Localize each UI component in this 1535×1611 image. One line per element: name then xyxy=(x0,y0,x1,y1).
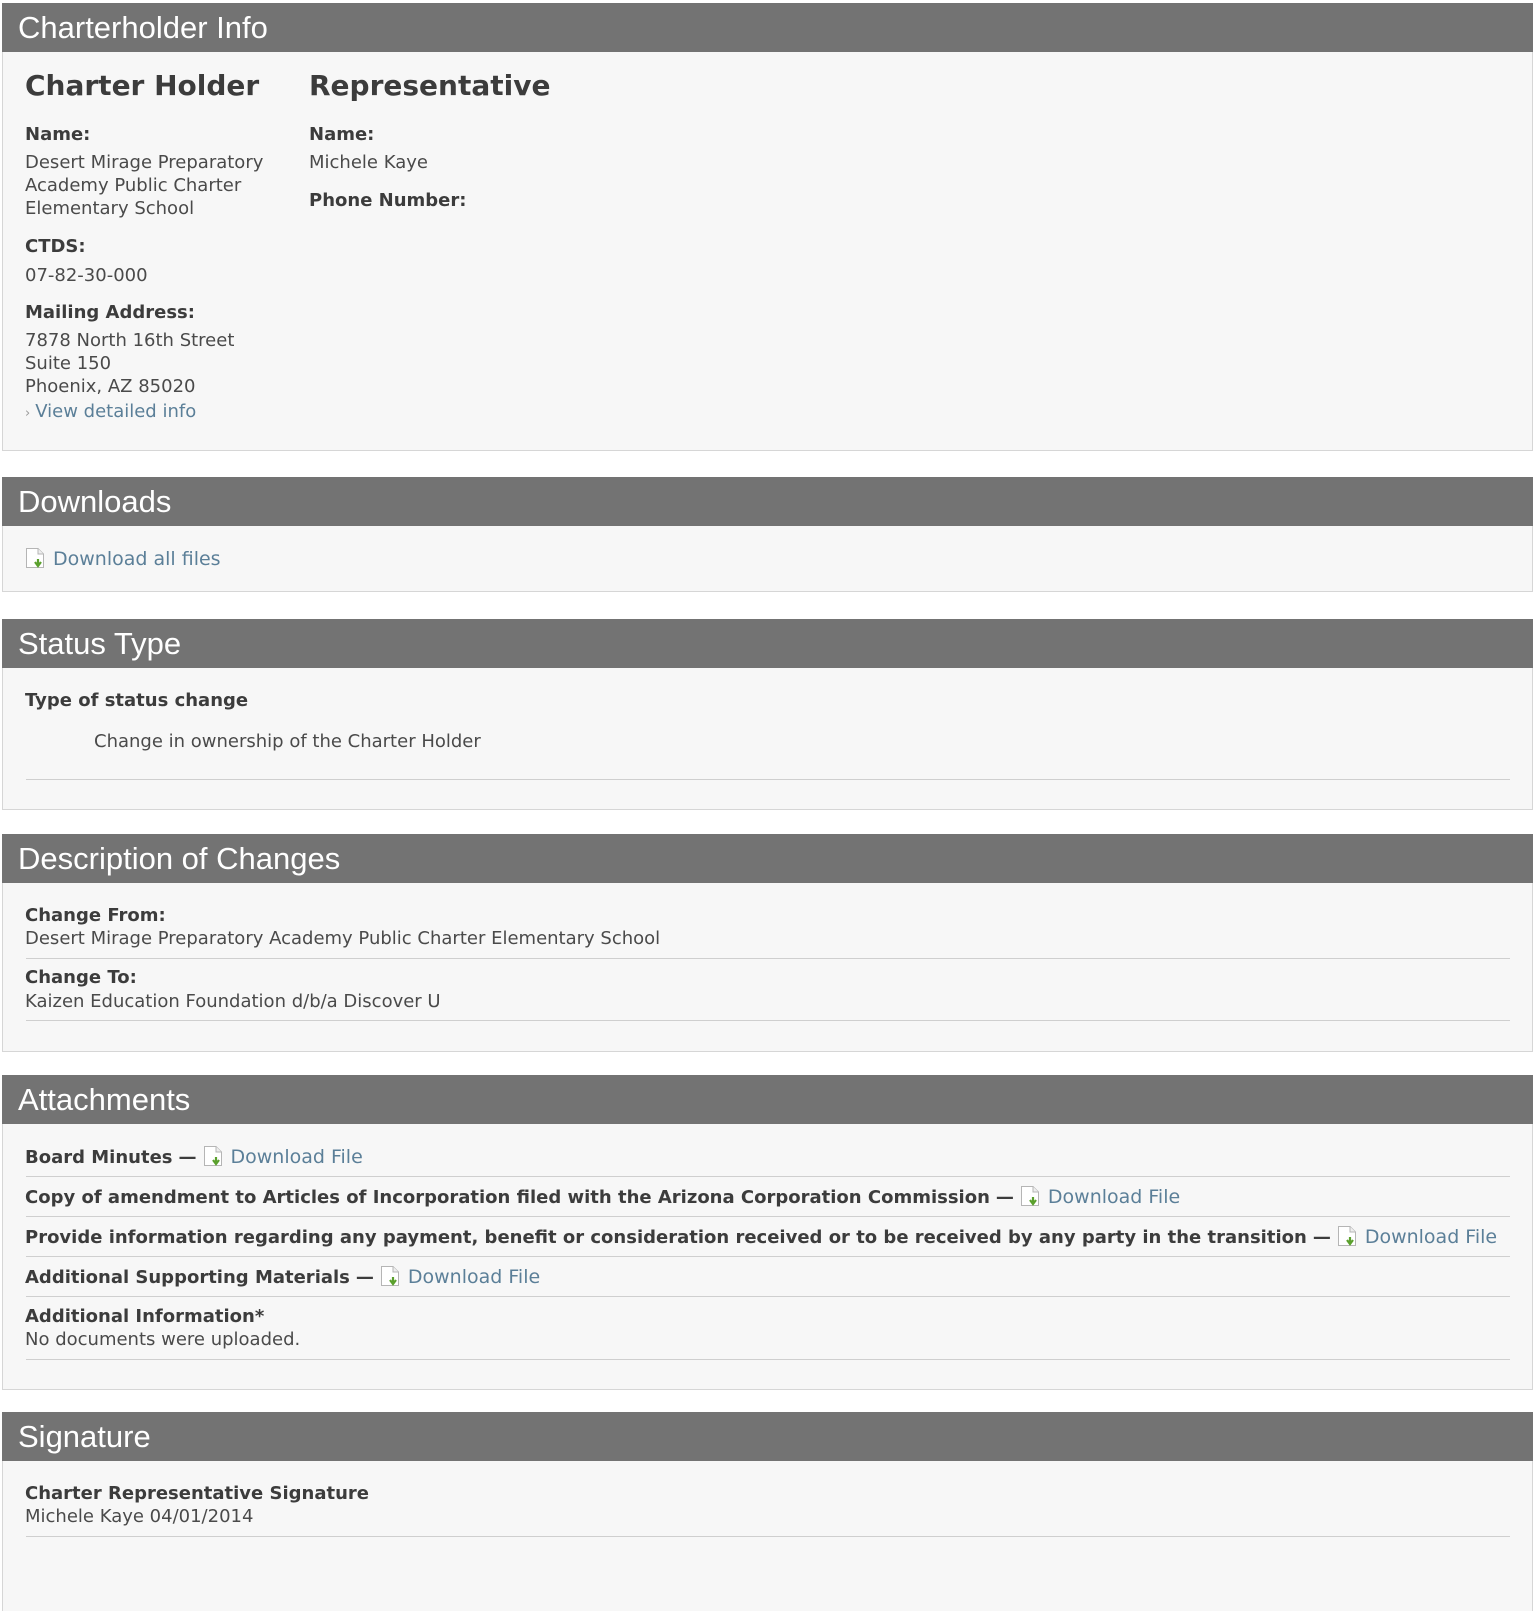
file-download-icon xyxy=(1337,1226,1356,1246)
download-file-link[interactable]: Download File xyxy=(203,1146,363,1168)
holder-name-line-2: Academy Public Charter xyxy=(25,175,242,196)
attachment-dash: — xyxy=(995,1187,1014,1208)
change-from-label: Change From: xyxy=(25,905,166,926)
attachment-dash: — xyxy=(1312,1227,1331,1248)
additional-info-label: Additional Information* xyxy=(25,1306,265,1327)
holder-name-label: Name: xyxy=(25,124,91,145)
change-to-value: Kaizen Education Foundation d/b/a Discov… xyxy=(25,991,441,1012)
signature-value: Michele Kaye 04/01/2014 xyxy=(25,1506,254,1527)
status-type-header: Status Type xyxy=(2,619,1533,668)
mailing-address-label: Mailing Address: xyxy=(25,302,195,323)
ctds-value: 07-82-30-000 xyxy=(25,265,148,286)
download-file-label: Download File xyxy=(407,1266,541,1288)
file-download-icon xyxy=(1020,1186,1039,1206)
download-all-files-label: Download all files xyxy=(53,548,221,570)
download-file-label: Download File xyxy=(230,1146,363,1168)
download-file-label: Download File xyxy=(1047,1186,1181,1208)
holder-name-line-3: Elementary School xyxy=(25,198,195,219)
address-line-2: Suite 150 xyxy=(25,353,112,374)
download-file-link[interactable]: Download File xyxy=(1337,1226,1498,1248)
attachment-row: Board Minutes — Download File xyxy=(25,1145,363,1168)
downloads-panel: Downloads Download all files xyxy=(2,477,1533,592)
change-from-value: Desert Mirage Preparatory Academy Public… xyxy=(25,928,661,949)
change-from-divider xyxy=(26,958,1510,959)
attachment-row: Copy of amendment to Articles of Incorpo… xyxy=(25,1185,1180,1208)
rep-name-label: Name: xyxy=(309,124,375,145)
file-download-icon xyxy=(380,1266,399,1286)
description-panel: Description of Changes Change From: Dese… xyxy=(2,834,1533,1052)
charter-holder-title: Charter Holder xyxy=(25,69,260,102)
charterholder-header: Charterholder Info xyxy=(2,3,1533,52)
view-detailed-info-link[interactable]: › View detailed info xyxy=(25,401,196,422)
ctds-label: CTDS: xyxy=(25,236,86,257)
attachment-label: Additional Supporting Materials xyxy=(25,1267,350,1288)
attachment-divider xyxy=(26,1296,1510,1297)
attachments-header: Attachments xyxy=(2,1075,1533,1124)
status-change-value: Change in ownership of the Charter Holde… xyxy=(94,731,481,752)
attachment-label: Provide information regarding any paymen… xyxy=(25,1227,1307,1248)
file-download-icon xyxy=(203,1146,222,1166)
attachment-dash: — xyxy=(355,1267,374,1288)
download-file-link[interactable]: Download File xyxy=(380,1266,541,1288)
charterholder-panel: Charterholder Info Charter Holder Name: … xyxy=(2,3,1533,451)
status-type-panel: Status Type Type of status change Change… xyxy=(2,619,1533,810)
attachment-row: Provide information regarding any paymen… xyxy=(25,1225,1497,1248)
change-to-label: Change To: xyxy=(25,967,137,988)
download-file-link[interactable]: Download File xyxy=(1020,1186,1181,1208)
file-download-icon xyxy=(26,548,44,568)
representative-title: Representative xyxy=(309,69,551,102)
download-all-files-link[interactable]: Download all files xyxy=(25,547,221,570)
additional-info-value: No documents were uploaded. xyxy=(25,1329,301,1350)
holder-name-line-1: Desert Mirage Preparatory xyxy=(25,152,264,173)
attachment-label: Copy of amendment to Articles of Incorpo… xyxy=(25,1187,990,1208)
signature-label: Charter Representative Signature xyxy=(25,1483,369,1504)
signature-header: Signature xyxy=(2,1412,1533,1461)
status-divider xyxy=(26,779,1510,780)
change-to-divider xyxy=(26,1020,1510,1021)
attachment-divider xyxy=(26,1216,1510,1217)
attachment-divider xyxy=(26,1256,1510,1257)
attachments-panel: Attachments Board Minutes — Download File … xyxy=(2,1075,1533,1390)
signature-divider xyxy=(26,1536,1510,1537)
description-header: Description of Changes xyxy=(2,834,1533,883)
download-file-label: Download File xyxy=(1364,1226,1498,1248)
attachment-row: Additional Supporting Materials — Download… xyxy=(25,1265,540,1288)
signature-panel: Signature Charter Representative Signatu… xyxy=(2,1412,1533,1611)
status-change-label: Type of status change xyxy=(25,690,249,711)
attachment-dash: — xyxy=(178,1147,197,1168)
downloads-header: Downloads xyxy=(2,477,1533,526)
additional-info-divider xyxy=(26,1359,1510,1360)
rep-phone-label: Phone Number: xyxy=(309,190,467,211)
view-detailed-info-label: View detailed info xyxy=(35,401,197,422)
address-line-3: Phoenix, AZ 85020 xyxy=(25,376,196,397)
attachment-divider xyxy=(26,1176,1510,1177)
chevron-right-icon: › xyxy=(25,406,31,421)
attachment-label: Board Minutes xyxy=(25,1147,173,1168)
rep-name-value: Michele Kaye xyxy=(309,152,428,173)
address-line-1: 7878 North 16th Street xyxy=(25,330,235,351)
